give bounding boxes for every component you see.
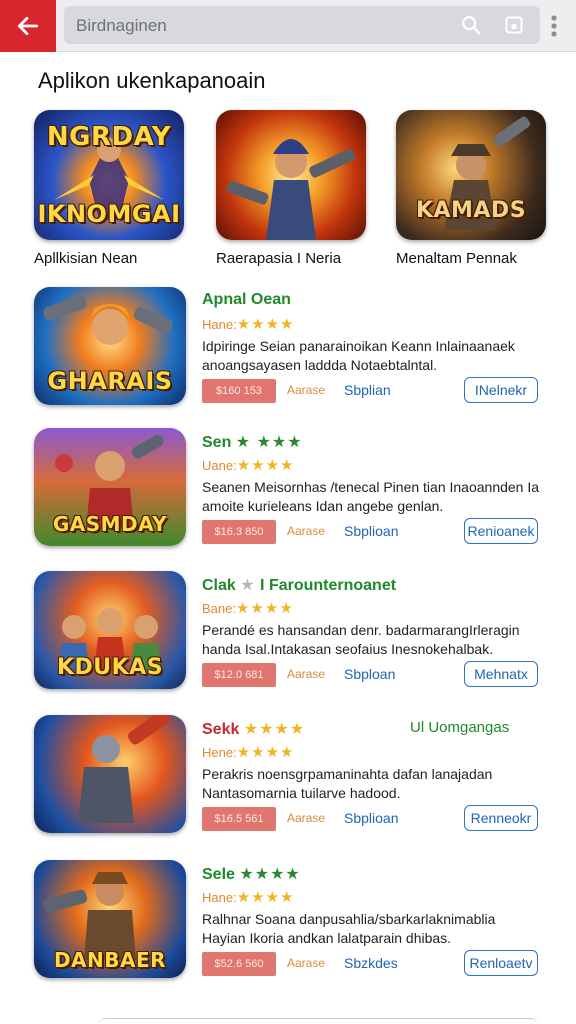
art-title: KAMADS (415, 198, 527, 223)
art-title: NGRDAY (46, 122, 172, 152)
section-title: Aplikon ukenkapanoain (38, 68, 266, 93)
small-label: Aarase (287, 667, 326, 681)
app-description: Ralhnar Soana danpusahlia/sbarkarlaknima… (202, 911, 496, 946)
app-subtitle: I Farounternoanet (260, 577, 397, 594)
rating: Uane:★★★★ (202, 457, 295, 474)
app-artwork (216, 110, 366, 240)
app-artwork: GHARAIS (34, 287, 186, 405)
star-icon: ★★★★ (236, 889, 295, 906)
app-subtitle: Ul Uomgangas (410, 719, 510, 736)
featured-app-3[interactable]: KAMADS Menaltam Pennak (396, 110, 576, 267)
store-link[interactable]: Sbploan (344, 666, 395, 682)
app-title: Sekk ★★★★ (202, 721, 306, 738)
rating: Hane:★★★★ (202, 889, 295, 906)
app-artwork: DANBAER (34, 860, 186, 978)
price-badge: $16.5 561 (202, 807, 276, 831)
list-item[interactable]: GASMDAY Sen ★ ★★★ Uane:★★★★ Seanen Meiso… (0, 428, 576, 558)
app-artwork: GASMDAY (34, 428, 186, 546)
action-button[interactable]: Renloaetv (464, 950, 538, 976)
search-icon[interactable] (460, 14, 482, 36)
back-button[interactable] (0, 0, 56, 52)
featured-app-2[interactable]: Raerapasia I Neria (216, 110, 396, 267)
list-item[interactable]: DANBAER Sele ★★★★ Hane:★★★★ Ralhnar Soan… (0, 860, 576, 990)
small-label: Aarase (287, 811, 326, 825)
app-artwork: KAMADS (396, 110, 546, 240)
store-link[interactable]: Sbplioan (344, 810, 399, 826)
star-icon: ★ ★★★ (235, 434, 303, 451)
arrow-left-icon (17, 17, 39, 35)
store-link[interactable]: Sbzkdes (344, 955, 398, 971)
app-title: Sele ★★★★ (202, 866, 301, 883)
store-link[interactable]: Sbplian (344, 382, 391, 398)
price-badge: $12.0 681 (202, 663, 276, 687)
action-button[interactable]: Renioanek (464, 518, 538, 544)
action-button[interactable]: Renneokr (464, 805, 538, 831)
search-input-text: Birdnaginen (76, 16, 167, 35)
search-input[interactable]: Birdnaginen (64, 6, 540, 44)
bottom-sheet-edge (98, 1018, 538, 1024)
rating: Hene:★★★★ (202, 744, 295, 761)
price-badge: $52.6 560 (202, 952, 276, 976)
list-item[interactable]: KDUKAS Clak ★ I Farounternoanet Bane:★★★… (0, 571, 576, 701)
app-title: Clak ★ I Farounternoanet (202, 577, 397, 594)
small-label: Aarase (287, 524, 326, 538)
featured-app-name: Raerapasia I Neria (216, 250, 342, 267)
app-title: Sen ★ ★★★ (202, 434, 303, 451)
art-title: DANBAER (53, 948, 167, 972)
price-badge: $160 153 (202, 379, 276, 403)
app-artwork (34, 715, 186, 833)
featured-app-1[interactable]: NGRDAY IKNOMGAI Apllkisian Nean (34, 110, 214, 267)
action-button[interactable]: Mehnatx (464, 661, 538, 687)
art-title: KDUKAS (56, 655, 164, 680)
more-vertical-icon[interactable] (546, 14, 562, 38)
app-description: Perandé es hansandan denr. badarmarangIr… (202, 622, 520, 657)
star-icon: ★★★★ (236, 316, 295, 333)
rating: Hane:★★★★ (202, 316, 295, 333)
small-label: Aarase (287, 383, 326, 397)
small-label: Aarase (287, 956, 326, 970)
star-icon: ★★★★ (236, 457, 295, 474)
featured-apps: NGRDAY IKNOMGAI Apllkisian Nean Raerapas… (0, 110, 576, 280)
art-subtitle: IKNOMGAI (37, 200, 181, 228)
tabs-icon[interactable] (504, 15, 524, 35)
app-description: Seanen Meisornhas /tenecal Pinen tian In… (202, 479, 540, 514)
star-icon: ★★★★ (236, 744, 295, 761)
featured-app-name: Menaltam Pennak (396, 250, 517, 267)
action-button[interactable]: INelnekr (464, 377, 538, 403)
top-bar: Birdnaginen (0, 0, 576, 52)
list-item[interactable]: Sekk ★★★★ Ul Uomgangas Hene:★★★★ Perakri… (0, 715, 576, 845)
store-link[interactable]: Sbplioan (344, 523, 399, 539)
art-title: GHARAIS (47, 367, 173, 395)
star-icon: ★★★★ (239, 866, 301, 883)
featured-app-name: Apllkisian Nean (34, 250, 138, 267)
app-title: Apnal Oean (202, 291, 291, 308)
app-description: Perakris noensgrpamaninahta dafan lanaja… (202, 766, 493, 801)
star-icon: ★★★★ (235, 600, 294, 617)
app-description: Idpiringe Seian panarainoikan Keann Inla… (202, 338, 515, 373)
star-icon: ★★★★ (243, 721, 306, 738)
app-artwork: KDUKAS (34, 571, 186, 689)
rating: Bane:★★★★ (202, 600, 294, 617)
star-icon: ★ (240, 577, 256, 594)
list-item[interactable]: GHARAIS Apnal Oean Hane:★★★★ Idpiringe S… (0, 287, 576, 417)
app-artwork: NGRDAY IKNOMGAI (34, 110, 184, 240)
art-title: GASMDAY (52, 512, 168, 536)
price-badge: $16.3 850 (202, 520, 276, 544)
